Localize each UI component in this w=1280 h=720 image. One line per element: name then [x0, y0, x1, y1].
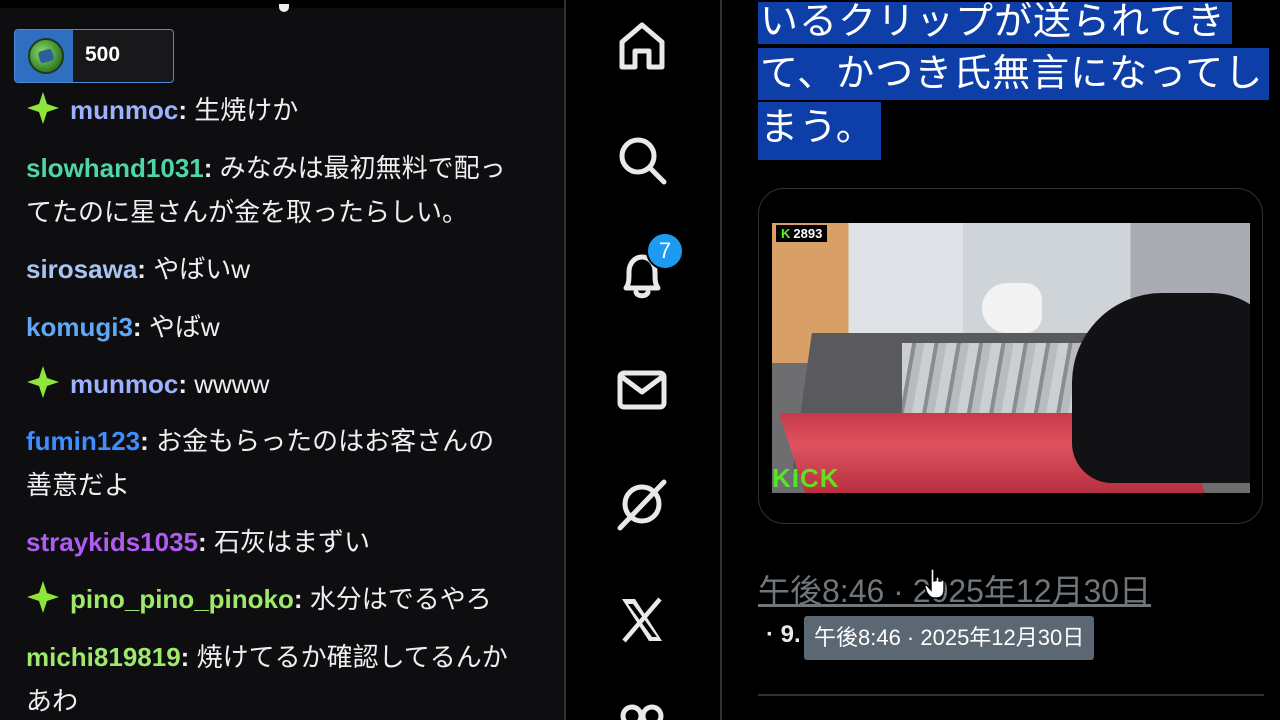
divider: [758, 694, 1264, 696]
chat-text: みなみは最初無料で配っ: [219, 153, 506, 183]
chat-separator: :: [178, 369, 188, 399]
tweet-media-card[interactable]: K 2893 KICK: [758, 188, 1263, 524]
chat-message: slowhand1031: みなみは最初無料で配っ てたのに星さんが金を取ったら…: [26, 146, 546, 234]
chat-text: 水分はでるやろ: [309, 584, 492, 614]
people-icon[interactable]: [614, 700, 670, 720]
chat-message: munmoc: wwww: [26, 362, 546, 406]
sparkle-badge-icon[interactable]: [26, 580, 60, 614]
nav-rail: 7: [564, 0, 722, 720]
notification-count-badge: 7: [646, 232, 684, 270]
chat-message: straykids1035: 石灰はまずい: [26, 520, 546, 564]
tweet-stats: · 9.: [766, 621, 801, 649]
chat-username[interactable]: fumin123: [26, 426, 140, 456]
chat-separator: :: [203, 153, 213, 183]
hand-cursor-icon: [924, 568, 945, 599]
chat-message: sirosawa: やばいw: [26, 247, 546, 291]
chat-message: komugi3: やばw: [26, 305, 546, 349]
chat-text: wwww: [194, 369, 270, 399]
chat-username[interactable]: michi819819: [26, 642, 181, 672]
home-icon[interactable]: [614, 18, 670, 74]
chat-username[interactable]: pino_pino_pinoko: [70, 584, 294, 614]
timestamp-tooltip: 午後8:46 · 2025年12月30日: [804, 616, 1095, 660]
tweet-text-line: いるクリップが送られてき: [758, 2, 1232, 44]
chat-username[interactable]: slowhand1031: [26, 153, 204, 183]
video-frame-glove: [982, 283, 1042, 333]
video-player[interactable]: K 2893 KICK: [772, 223, 1250, 493]
chat-text: 善意だよ: [26, 470, 131, 500]
chat-panel: 500 munmoc: 生焼けか slowhand1031: みなみは最初無料で…: [0, 0, 564, 720]
tweet-detail: いるクリップが送られてき て、かつき氏無言になってし まう。 K 2893 KIC…: [722, 0, 1280, 720]
kick-watermark: KICK: [772, 463, 840, 493]
channel-points-icon: [28, 38, 64, 74]
channel-points-button[interactable]: 500: [14, 29, 174, 83]
viewer-count-value: 2893: [793, 226, 823, 241]
chat-username[interactable]: sirosawa: [26, 254, 137, 284]
mail-icon[interactable]: [614, 362, 670, 418]
chat-separator: :: [137, 254, 146, 284]
chat-text: 石灰はまずい: [213, 527, 370, 557]
chat-username[interactable]: komugi3: [26, 312, 133, 342]
video-frame-figure: [1072, 293, 1250, 483]
sparkle-badge-icon[interactable]: [26, 91, 60, 125]
viewer-count: K 2893: [776, 225, 828, 242]
chat-message: fumin123: お金もらったのはお客さんの 善意だよ: [26, 419, 546, 507]
grok-icon[interactable]: [614, 476, 670, 532]
chat-separator: :: [178, 95, 188, 125]
tweet-text-line: まう。: [758, 102, 881, 160]
chat-separator: :: [140, 426, 149, 456]
tweet-text-line: て、かつき氏無言になってし: [758, 48, 1270, 100]
chat-separator: :: [132, 312, 142, 342]
x-logo-icon[interactable]: [614, 592, 670, 648]
kick-logo-icon: K: [781, 226, 791, 241]
chat-separator: :: [180, 642, 190, 672]
chat-text: 生焼けか: [194, 95, 299, 125]
chat-username[interactable]: straykids1035: [26, 527, 198, 557]
chat-separator: :: [198, 527, 207, 557]
chat-message: pino_pino_pinoko: 水分はでるやろ: [26, 577, 546, 621]
search-icon[interactable]: [614, 132, 670, 188]
chat-username[interactable]: munmoc: [70, 369, 178, 399]
chat-text: 焼けてるか確認してるんか: [196, 642, 508, 672]
chat-text: お金もらったのはお客さんの: [156, 426, 495, 456]
chat-message: munmoc: 生焼けか: [26, 88, 546, 132]
chat-separator: :: [293, 584, 303, 614]
chat-text: やばw: [148, 312, 220, 342]
chat-message: michi819819: 焼けてるか確認してるんか あわ: [26, 635, 546, 720]
chat-username[interactable]: munmoc: [70, 95, 178, 125]
chat-text: やばいw: [153, 254, 250, 284]
chat-text: あわ: [26, 686, 79, 716]
chat-text: てたのに星さんが金を取ったらしい。: [26, 197, 469, 227]
tweet-timestamp-link[interactable]: 午後8:46 · 2025年12月30日: [758, 566, 1151, 612]
view-count: · 9.: [766, 621, 801, 648]
chevron-down-icon[interactable]: [279, 4, 289, 12]
points-balance: 500: [85, 43, 121, 66]
sparkle-badge-icon[interactable]: [26, 365, 60, 399]
